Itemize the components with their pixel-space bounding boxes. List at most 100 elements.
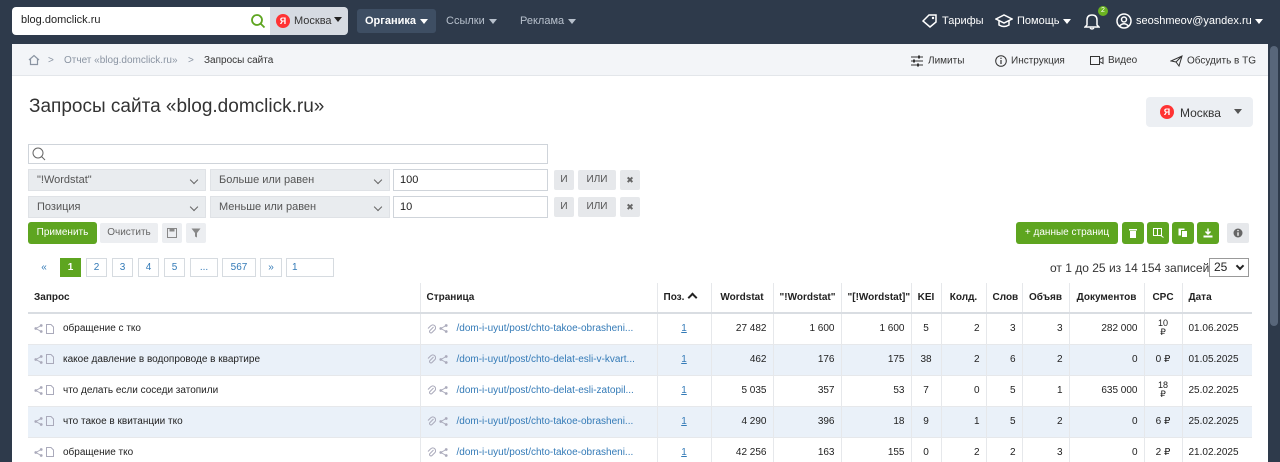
discuss-tg-link[interactable]: Обсудить в TG [1169,55,1256,68]
region-select[interactable]: Я Москва [270,7,348,35]
document-icon[interactable] [46,416,54,427]
column-header-competitors[interactable]: Колд. [941,283,987,314]
column-header-wordstat-strict[interactable]: "[!Wordstat]" [841,283,912,314]
filter-and-button[interactable]: И [554,170,574,190]
position-link[interactable]: 1 [681,416,687,427]
pagination-page[interactable]: 5 [164,258,185,277]
pagination-next[interactable]: » [260,258,282,277]
nav-links[interactable]: Ссылки [438,9,505,33]
paperclip-icon[interactable] [427,385,436,395]
documents-cell: 282 000 [1069,313,1145,345]
document-icon[interactable] [46,323,54,334]
info-button[interactable] [1227,223,1249,243]
pagination-prev[interactable]: « [34,258,54,277]
copy-button[interactable] [1172,222,1194,244]
kei-cell: 9 [911,406,942,438]
breadcrumb-report-link[interactable]: Отчет «blog.domclick.ru» [64,55,178,66]
share-icon[interactable] [438,447,448,457]
position-link[interactable]: 1 [681,385,687,396]
filter-operator-select[interactable]: Больше или равен [210,169,390,191]
share-icon[interactable] [34,354,43,364]
search-icon[interactable] [250,13,266,29]
download-button[interactable] [1197,222,1219,244]
filter-remove-button[interactable]: ✖ [620,197,640,217]
date-cell: 21.02.2025 [1182,437,1252,462]
column-header-query[interactable]: Запрос [28,283,421,314]
per-page-select[interactable]: 25 [1209,258,1249,277]
pagination-page[interactable]: 1 [60,258,81,277]
page-region-select[interactable]: Я Москва [1146,97,1253,127]
chevron-down-icon [1234,109,1242,114]
apply-filters-button[interactable]: Применить [28,222,97,244]
nav-ads[interactable]: Реклама [512,9,584,33]
document-icon[interactable] [46,385,54,396]
paperclip-icon[interactable] [427,416,436,426]
share-icon[interactable] [438,324,448,333]
share-icon[interactable] [34,447,43,457]
pagination-jump-input[interactable]: 1 [286,258,334,277]
filter-operator-select[interactable]: Меньше или равен [210,196,390,218]
position-link[interactable]: 1 [681,323,687,334]
column-header-position[interactable]: Поз. [657,283,712,314]
column-header-ads[interactable]: Объяв [1022,283,1070,314]
column-header-kei[interactable]: KEI [911,283,942,314]
pagination-page[interactable]: 4 [138,258,159,277]
page-url-link[interactable]: /dom-i-uyut/post/chto-takoe-obrasheni... [457,447,634,458]
table-row: обращение тко /dom-i-uyut/post/chto-tako… [28,437,1252,462]
paperclip-icon[interactable] [427,354,436,364]
page-data-button[interactable]: + данные страниц [1016,222,1118,244]
paperclip-icon[interactable] [427,447,436,457]
video-link[interactable]: Видео [1090,55,1137,66]
ads-cell: 2 [1022,406,1070,438]
column-header-words[interactable]: Слов [986,283,1023,314]
column-header-date[interactable]: Дата [1182,283,1252,314]
nav-organic[interactable]: Органика [357,9,437,33]
filter-search-input[interactable] [28,144,548,164]
share-icon[interactable] [438,416,448,426]
position-link[interactable]: 1 [681,447,687,458]
filter-and-button[interactable]: И [554,197,574,217]
document-icon[interactable] [46,447,54,458]
limits-link[interactable]: Лимиты [910,55,964,67]
paperclip-icon[interactable] [427,323,436,334]
columns-button[interactable] [1147,222,1169,244]
pagination-page[interactable]: 2 [86,258,107,277]
column-header-documents[interactable]: Документов [1069,283,1145,314]
page-url-link[interactable]: /dom-i-uyut/post/chto-takoe-obrasheni... [457,416,634,427]
filter-value-input[interactable]: 10 [393,196,548,218]
tariffs-link[interactable]: Тарифы [921,14,984,28]
page-url-link[interactable]: /dom-i-uyut/post/chto-delat-esli-zatopil… [457,385,634,396]
position-link[interactable]: 1 [681,354,687,365]
share-icon[interactable] [34,324,43,333]
page-url-link[interactable]: /dom-i-uyut/post/chto-takoe-obrasheni... [457,323,634,334]
pagination-page[interactable]: 567 [222,258,256,277]
page-url-link[interactable]: /dom-i-uyut/post/chto-delat-esli-v-kvart… [457,354,635,365]
share-icon[interactable] [34,416,43,426]
home-icon[interactable] [28,54,40,66]
column-header-page[interactable]: Страница [420,283,658,314]
share-icon[interactable] [438,385,448,395]
cpc-cell: 0 ₽ [1144,344,1183,376]
help-menu[interactable]: Помощь [994,14,1071,28]
column-header-cpc[interactable]: CPC [1144,283,1183,314]
delete-button[interactable] [1122,222,1144,244]
column-header-wordstat-exact[interactable]: "!Wordstat" [773,283,842,314]
filter-value-input[interactable]: 100 [393,169,548,191]
filter-preset-button[interactable] [186,223,206,243]
position-cell: 1 [657,437,712,462]
filter-field-select[interactable]: Позиция [28,196,206,218]
page-scrollbar-thumb[interactable] [1270,46,1278,326]
document-icon[interactable] [46,354,54,365]
pagination-page[interactable]: 3 [112,258,133,277]
filter-or-button[interactable]: ИЛИ [578,170,616,190]
share-icon[interactable] [34,385,43,395]
clear-filters-button[interactable]: Очистить [100,223,158,243]
filter-remove-button[interactable]: ✖ [620,170,640,190]
save-filter-button[interactable] [162,223,182,243]
filter-field-select[interactable]: "!Wordstat" [28,169,206,191]
share-icon[interactable] [438,354,448,364]
instruction-link[interactable]: Инструкция [995,55,1065,67]
column-header-wordstat[interactable]: Wordstat [711,283,774,314]
user-menu[interactable]: seoshmeov@yandex.ru [1116,13,1263,29]
filter-or-button[interactable]: ИЛИ [578,197,616,217]
